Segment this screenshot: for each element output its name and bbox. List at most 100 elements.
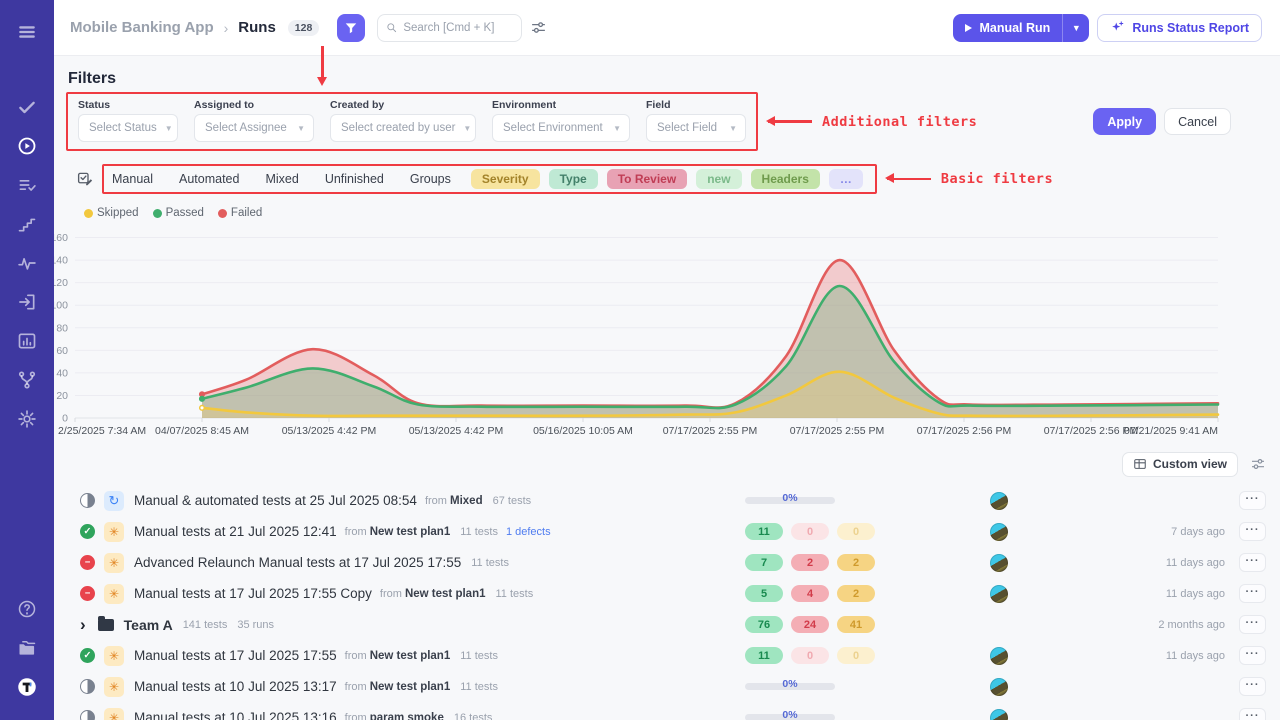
legend-item-passed[interactable]: Passed bbox=[153, 207, 204, 219]
import-icon[interactable] bbox=[10, 285, 44, 319]
manual-run-button[interactable]: Manual Run bbox=[953, 14, 1062, 42]
avatar[interactable] bbox=[990, 678, 1008, 696]
app-logo[interactable] bbox=[10, 670, 44, 704]
row-menu-button[interactable]: ··· bbox=[1239, 491, 1266, 510]
filter-select[interactable]: Select created by user▼ bbox=[330, 114, 476, 142]
plan-name: New test plan1 bbox=[405, 588, 486, 600]
run-title[interactable]: Team A bbox=[124, 617, 173, 633]
run-title[interactable]: Manual & automated tests at 25 Jul 2025 … bbox=[134, 493, 417, 508]
filter-toggle-button[interactable] bbox=[337, 14, 365, 42]
manual-run-dropdown[interactable]: ▼ bbox=[1063, 14, 1089, 42]
run-row[interactable]: ✳Manual tests at 10 Jul 2025 13:16from p… bbox=[54, 702, 1280, 720]
filter-select[interactable]: Select Environment▼ bbox=[492, 114, 630, 142]
custom-view-button[interactable]: Custom view bbox=[1122, 452, 1238, 477]
run-title[interactable]: Manual tests at 17 Jul 2025 17:55 bbox=[134, 648, 337, 663]
tests-icon[interactable] bbox=[10, 90, 44, 124]
chevron-down-icon: ▼ bbox=[297, 124, 305, 133]
avatar[interactable] bbox=[990, 647, 1008, 665]
x-axis-label: 07/17/2025 2:56 PM bbox=[917, 425, 1012, 437]
svg-text:140: 140 bbox=[54, 255, 68, 267]
run-title[interactable]: Manual tests at 10 Jul 2025 13:17 bbox=[134, 679, 337, 694]
basic-filter-groups[interactable]: Groups bbox=[410, 172, 451, 186]
bulk-edit-icon[interactable] bbox=[76, 170, 94, 188]
run-row[interactable]: −✳Advanced Relaunch Manual tests at 17 J… bbox=[54, 547, 1280, 578]
cancel-button[interactable]: Cancel bbox=[1164, 108, 1231, 135]
chevron-down-icon: ▼ bbox=[463, 124, 471, 133]
run-row[interactable]: ✳ Manual tests at 10 Jul 2025 13:17 from N… bbox=[54, 671, 1280, 702]
run-title[interactable]: Manual tests at 10 Jul 2025 13:16 bbox=[134, 710, 337, 720]
basic-filter-automated[interactable]: Automated bbox=[179, 172, 239, 186]
filter-select[interactable]: Select Status▼ bbox=[78, 114, 178, 142]
search-input[interactable] bbox=[403, 22, 513, 34]
runs-count-badge: 128 bbox=[288, 20, 320, 36]
from-label: from bbox=[345, 712, 367, 720]
badge-skip: 0 bbox=[837, 523, 875, 540]
breadcrumb-project[interactable]: Mobile Banking App bbox=[70, 19, 214, 36]
run-row[interactable]: −✳Manual tests at 17 Jul 2025 17:55 Copy… bbox=[54, 578, 1280, 609]
apply-button[interactable]: Apply bbox=[1093, 108, 1156, 135]
run-title[interactable]: Advanced Relaunch Manual tests at 17 Jul… bbox=[134, 555, 461, 570]
sidebar-nav bbox=[10, 87, 44, 438]
filter-select[interactable]: Select Assignee▼ bbox=[194, 114, 314, 142]
milestones-icon[interactable] bbox=[10, 207, 44, 241]
test-plans-icon[interactable] bbox=[10, 168, 44, 202]
filter-tag-headers[interactable]: Headers bbox=[751, 169, 820, 189]
row-menu-button[interactable]: ··· bbox=[1239, 584, 1266, 603]
run-row[interactable]: ✓✳Manual tests at 21 Jul 2025 12:41from … bbox=[54, 516, 1280, 547]
expand-chevron-icon[interactable]: › bbox=[80, 616, 86, 633]
basic-filter-tags: Severity Type To Review new Headers … bbox=[471, 169, 863, 189]
avatar[interactable] bbox=[990, 523, 1008, 541]
x-axis-label: 2/25/2025 7:34 AM bbox=[58, 425, 146, 437]
avatar[interactable] bbox=[990, 709, 1008, 720]
annotation-arrow-basic bbox=[887, 178, 931, 181]
badge-pass: 7 bbox=[745, 554, 783, 571]
settings-icon[interactable] bbox=[10, 402, 44, 436]
basic-filter-manual[interactable]: Manual bbox=[112, 172, 153, 186]
avatar[interactable] bbox=[990, 492, 1008, 510]
run-source: from New test plan1 bbox=[345, 526, 451, 538]
basic-filter-unfinished[interactable]: Unfinished bbox=[325, 172, 384, 186]
filter-tag-type[interactable]: Type bbox=[549, 169, 598, 189]
filter-tag-toreview[interactable]: To Review bbox=[607, 169, 687, 189]
row-menu-button[interactable]: ··· bbox=[1239, 677, 1266, 696]
pulse-icon[interactable] bbox=[10, 246, 44, 280]
basic-filter-mixed[interactable]: Mixed bbox=[265, 172, 298, 186]
filter-tag-new[interactable]: new bbox=[696, 169, 741, 189]
branches-icon[interactable] bbox=[10, 363, 44, 397]
run-type-manual-icon: ✳ bbox=[104, 677, 124, 697]
avatar[interactable] bbox=[990, 585, 1008, 603]
legend-item-skipped[interactable]: Skipped bbox=[84, 207, 139, 219]
filter-tag-severity[interactable]: Severity bbox=[471, 169, 540, 189]
legend-item-failed[interactable]: Failed bbox=[218, 207, 262, 219]
filter-select[interactable]: Select Field▼ bbox=[646, 114, 746, 142]
search-box[interactable] bbox=[377, 14, 522, 42]
run-source: from New test plan1 bbox=[345, 681, 451, 693]
tests-count: 11 tests bbox=[496, 588, 534, 600]
breadcrumb-separator: › bbox=[224, 20, 229, 36]
group-row[interactable]: ›Team A141 tests35 runs7624412 months ag… bbox=[54, 609, 1280, 640]
menu-icon[interactable] bbox=[10, 15, 44, 49]
defects-link[interactable]: 1 defects bbox=[506, 526, 551, 538]
avatar[interactable] bbox=[990, 554, 1008, 572]
run-title[interactable]: Manual tests at 21 Jul 2025 12:41 bbox=[134, 524, 337, 539]
row-menu-button[interactable]: ··· bbox=[1239, 708, 1266, 720]
row-menu-button[interactable]: ··· bbox=[1239, 615, 1266, 634]
annotation-basic-filters: Basic filters bbox=[941, 171, 1053, 187]
run-row[interactable]: ✓✳Manual tests at 17 Jul 2025 17:55from … bbox=[54, 640, 1280, 671]
analytics-icon[interactable] bbox=[10, 324, 44, 358]
projects-icon[interactable] bbox=[10, 631, 44, 665]
row-menu-button[interactable]: ··· bbox=[1239, 646, 1266, 665]
search-settings-button[interactable] bbox=[530, 19, 547, 36]
series-passed-area bbox=[202, 286, 1218, 418]
relative-date: 2 months ago bbox=[1115, 619, 1225, 631]
help-icon[interactable] bbox=[10, 592, 44, 626]
run-title[interactable]: Manual tests at 17 Jul 2025 17:55 Copy bbox=[134, 586, 372, 601]
run-row[interactable]: ↻Manual & automated tests at 25 Jul 2025… bbox=[54, 485, 1280, 516]
runs-status-report-button[interactable]: Runs Status Report bbox=[1097, 14, 1262, 42]
tests-count: 11 tests bbox=[460, 526, 498, 538]
runs-icon[interactable] bbox=[10, 129, 44, 163]
list-settings-button[interactable] bbox=[1250, 456, 1266, 472]
filter-tag-[interactable]: … bbox=[829, 169, 863, 189]
row-menu-button[interactable]: ··· bbox=[1239, 553, 1266, 572]
row-menu-button[interactable]: ··· bbox=[1239, 522, 1266, 541]
